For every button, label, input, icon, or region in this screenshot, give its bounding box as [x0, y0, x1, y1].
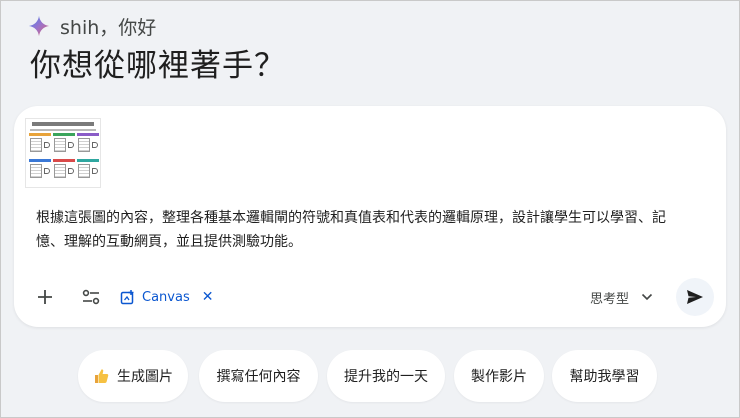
prompt-composer: 根據這張圖的內容，整理各種基本邏輯閘的符號和真值表和代表的邏輯原理，設計讓學生可… — [14, 106, 726, 327]
canvas-label: Canvas — [142, 289, 190, 305]
suggestion-label: 提升我的一天 — [344, 369, 428, 385]
plus-icon — [38, 290, 52, 304]
suggestion-chip-boost-day[interactable]: 提升我的一天 — [327, 350, 445, 402]
canvas-toggle[interactable]: Canvas ✕ — [120, 282, 213, 312]
gemini-sparkle-icon — [28, 15, 50, 37]
suggestion-label: 製作影片 — [471, 369, 527, 385]
suggestion-chip-help-learn[interactable]: 幫助我學習 — [552, 350, 657, 402]
greeting-text: shih，你好 — [60, 16, 157, 39]
page-title: 你想從哪裡著手？ — [30, 48, 286, 84]
send-button[interactable] — [676, 278, 714, 316]
chevron-down-icon — [641, 293, 653, 301]
greeting: shih，你好 — [28, 12, 156, 40]
attached-image-thumbnail[interactable] — [25, 118, 101, 188]
thumbs-up-icon — [93, 368, 109, 384]
suggestion-label: 撰寫任何內容 — [216, 369, 301, 385]
composer-toolbar: Canvas ✕ 思考型 — [14, 274, 726, 320]
prompt-input[interactable]: 根據這張圖的內容，整理各種基本邏輯閘的符號和真值表和代表的邏輯原理，設計讓學生可… — [36, 206, 686, 254]
suggestion-label: 生成圖片 — [117, 369, 173, 385]
suggestion-label: 幫助我學習 — [569, 369, 640, 385]
model-selector[interactable]: 思考型 — [590, 282, 653, 312]
suggestion-chip-write[interactable]: 撰寫任何內容 — [199, 350, 318, 402]
canvas-icon — [120, 290, 134, 305]
model-label: 思考型 — [590, 291, 630, 307]
close-icon[interactable]: ✕ — [202, 289, 214, 305]
send-icon — [687, 290, 703, 304]
suggestion-chip-generate-image[interactable]: 生成圖片 — [78, 350, 188, 402]
suggestion-chip-make-video[interactable]: 製作影片 — [454, 350, 544, 402]
tools-button[interactable] — [76, 282, 106, 312]
add-button[interactable] — [30, 282, 60, 312]
tune-icon — [82, 289, 100, 305]
